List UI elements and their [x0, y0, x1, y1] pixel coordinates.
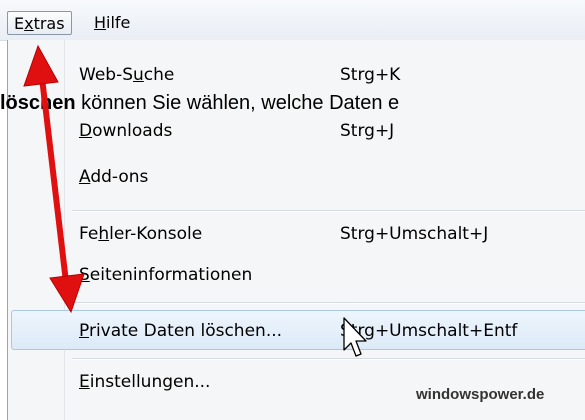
background-page-text: löschen können Sie wählen, welche Daten …	[0, 90, 399, 116]
menu-hilfe-accesskey: H	[94, 13, 107, 32]
menu-item-label: Web-Suche	[79, 65, 175, 85]
background-text-rest: können Sie wählen, welche Daten e	[75, 92, 400, 114]
menu-item-shortcut: Strg+J	[340, 121, 395, 141]
menu-item-shortcut: Strg+Umschalt+J	[340, 224, 489, 244]
menu-separator	[72, 210, 585, 212]
menu-separator	[72, 302, 585, 304]
menu-item-fehler-konsole[interactable]: Fehler-Konsole Strg+Umschalt+J	[8, 214, 585, 254]
menu-extras-label-pre: E	[14, 14, 25, 33]
menu-extras[interactable]: Extras	[7, 11, 72, 35]
menu-hilfe-label-post: ilfe	[106, 13, 131, 32]
menu-item-shortcut: Strg+Umschalt+Entf	[340, 321, 518, 341]
menu-item-label: Seiteninformationen	[79, 265, 253, 285]
menu-item-shortcut: Strg+K	[340, 65, 401, 85]
watermark: windowspower.de	[416, 386, 545, 403]
menu-hilfe[interactable]: Hilfe	[88, 11, 136, 35]
menu-item-add-ons[interactable]: Add-ons	[8, 157, 585, 197]
menu-item-downloads[interactable]: Downloads Strg+J	[8, 111, 585, 151]
menu-item-private-daten-loeschen[interactable]: Private Daten löschen... Strg+Umschalt+E…	[11, 310, 585, 350]
background-text-bold: löschen	[0, 92, 76, 114]
menu-item-label: Downloads	[79, 121, 173, 141]
menu-separator	[72, 358, 585, 360]
menu-item-label: Fehler-Konsole	[79, 224, 203, 244]
menu-item-web-suche[interactable]: Web-Suche Strg+K	[8, 55, 585, 95]
menu-item-label: Add-ons	[79, 167, 149, 187]
menu-item-seiteninformationen[interactable]: Seiteninformationen	[8, 255, 585, 295]
menu-item-label: Einstellungen...	[79, 372, 211, 392]
menu-extras-label-post: tras	[33, 14, 65, 33]
menu-bar: Extras Hilfe	[0, 0, 585, 41]
menu-extras-accesskey: x	[24, 14, 34, 33]
menu-item-label: Private Daten löschen...	[79, 321, 283, 341]
